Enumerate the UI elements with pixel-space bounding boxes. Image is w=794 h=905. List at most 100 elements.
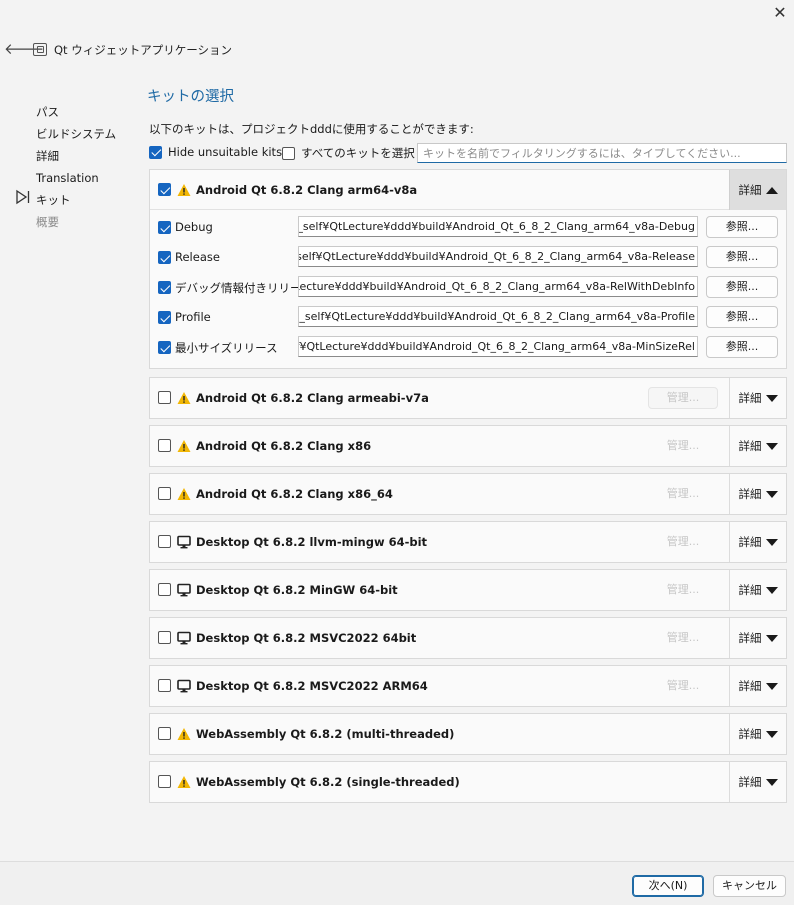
- build-directory-field[interactable]: self¥QtLecture¥ddd¥build¥Android_Qt_6_8_…: [298, 336, 698, 357]
- kit-checkbox[interactable]: [158, 391, 171, 404]
- build-directory-path: /src_self¥QtLecture¥ddd¥build¥Android_Qt…: [298, 220, 695, 233]
- kit-header: WebAssembly Qt 6.8.2 (single-threaded) 詳細: [150, 762, 786, 802]
- kit-name: Desktop Qt 6.8.2 MinGW 64-bit: [196, 583, 398, 597]
- kit-panel: Android Qt 6.8.2 Clang arm64-v8a 詳細 Debug /…: [149, 169, 787, 369]
- select-all-option[interactable]: すべてのキットを選択: [282, 145, 415, 161]
- details-label: 詳細: [738, 183, 762, 197]
- wizard-step: 詳細: [36, 149, 59, 163]
- kit-checkbox[interactable]: [158, 583, 171, 596]
- chevron-down-icon: [765, 490, 778, 498]
- kit-name: WebAssembly Qt 6.8.2 (multi-threaded): [196, 727, 455, 741]
- kit-panel: Android Qt 6.8.2 Clang x86 管理... 詳細: [149, 425, 787, 467]
- browse-button[interactable]: 参照...: [706, 336, 778, 358]
- kit-checkbox[interactable]: [158, 679, 171, 692]
- kit-name: Desktop Qt 6.8.2 MSVC2022 ARM64: [196, 679, 428, 693]
- details-label: 詳細: [738, 535, 762, 549]
- build-config-row: Debug/src_self¥QtLecture¥ddd¥build¥Andro…: [150, 212, 786, 242]
- kit-header: WebAssembly Qt 6.8.2 (multi-threaded) 詳細: [150, 714, 786, 754]
- details-label: 詳細: [738, 439, 762, 453]
- kit-header: Desktop Qt 6.8.2 llvm-mingw 64-bit 管理... 詳…: [150, 522, 786, 562]
- page-title: キットの選択: [147, 89, 234, 105]
- close-button[interactable]: ✕: [769, 3, 791, 23]
- details-toggle[interactable]: 詳細: [729, 666, 786, 706]
- intro-text: 以下のキットは、プロジェクトdddに使用することができます:: [149, 122, 474, 136]
- build-directory-field[interactable]: /src_self¥QtLecture¥ddd¥build¥Android_Qt…: [298, 246, 698, 267]
- browse-button[interactable]: 参照...: [706, 246, 778, 268]
- build-config-checkbox[interactable]: [158, 221, 171, 234]
- kit-checkbox[interactable]: [158, 183, 171, 196]
- build-config-label: 最小サイズリリース: [175, 341, 278, 355]
- app-icon: [33, 43, 47, 56]
- chevron-up-icon: [765, 186, 778, 194]
- details-toggle[interactable]: 詳細: [729, 714, 786, 754]
- browse-button[interactable]: 参照...: [706, 216, 778, 238]
- details-toggle[interactable]: 詳細: [729, 426, 786, 466]
- details-toggle[interactable]: 詳細: [729, 378, 786, 418]
- kit-panel: WebAssembly Qt 6.8.2 (single-threaded) 詳細: [149, 761, 787, 803]
- build-config-label: Profile: [175, 310, 211, 324]
- manage-button[interactable]: 管理...: [648, 483, 718, 505]
- kit-panel: Desktop Qt 6.8.2 MSVC2022 ARM64 管理... 詳細: [149, 665, 787, 707]
- back-arrow-icon[interactable]: 🡐: [4, 40, 44, 58]
- wizard-title: Qt ウィジェットアプリケーション: [54, 43, 232, 57]
- details-toggle[interactable]: 詳細: [729, 522, 786, 562]
- build-directory-field[interactable]: /src_self¥QtLecture¥ddd¥build¥Android_Qt…: [298, 306, 698, 327]
- kit-checkbox[interactable]: [158, 631, 171, 644]
- build-directory-path: self¥QtLecture¥ddd¥build¥Android_Qt_6_8_…: [298, 340, 695, 353]
- build-config-checkbox[interactable]: [158, 281, 171, 294]
- build-config-label: Release: [175, 250, 220, 264]
- manage-button[interactable]: 管理...: [648, 675, 718, 697]
- wizard-step: パス: [36, 105, 59, 119]
- select-all-label: すべてのキットを選択: [301, 146, 415, 160]
- build-config-label: デバッグ情報付きリリース: [175, 281, 313, 295]
- build-config-checkbox[interactable]: [158, 311, 171, 324]
- kit-checkbox[interactable]: [158, 775, 171, 788]
- chevron-down-icon: [765, 634, 778, 642]
- manage-button[interactable]: 管理...: [648, 531, 718, 553]
- build-config-list: Debug/src_self¥QtLecture¥ddd¥build¥Andro…: [150, 210, 786, 368]
- details-toggle[interactable]: 詳細: [729, 618, 786, 658]
- browse-button[interactable]: 参照...: [706, 276, 778, 298]
- details-toggle[interactable]: 詳細: [729, 474, 786, 514]
- manage-button[interactable]: 管理...: [648, 435, 718, 457]
- chevron-down-icon: [765, 394, 778, 402]
- details-label: 詳細: [738, 631, 762, 645]
- kit-checkbox[interactable]: [158, 487, 171, 500]
- details-label: 詳細: [738, 727, 762, 741]
- kit-checkbox[interactable]: [158, 727, 171, 740]
- kit-filter-input[interactable]: [417, 143, 787, 163]
- kit-header: Android Qt 6.8.2 Clang arm64-v8a 詳細: [150, 170, 786, 210]
- kit-panel: Desktop Qt 6.8.2 llvm-mingw 64-bit 管理... 詳…: [149, 521, 787, 563]
- details-toggle[interactable]: 詳細: [729, 570, 786, 610]
- manage-button[interactable]: 管理...: [648, 627, 718, 649]
- build-config-row: 最小サイズリリース self¥QtLecture¥ddd¥build¥Androi…: [150, 332, 786, 362]
- browse-button[interactable]: 参照...: [706, 306, 778, 328]
- warning-icon: [177, 439, 191, 453]
- warning-icon: [177, 391, 191, 405]
- build-directory-field[interactable]: QtLecture¥ddd¥build¥Android_Qt_6_8_2_Cla…: [298, 276, 698, 297]
- hide-unsuitable-option[interactable]: Hide unsuitable kits: [149, 145, 282, 159]
- build-config-checkbox[interactable]: [158, 341, 171, 354]
- hide-unsuitable-checkbox[interactable]: [149, 145, 162, 159]
- warning-icon: [177, 487, 191, 501]
- kit-header: Android Qt 6.8.2 Clang x86_64 管理... 詳細: [150, 474, 786, 514]
- select-all-checkbox[interactable]: [282, 146, 295, 160]
- details-label: 詳細: [738, 775, 762, 789]
- build-directory-path: QtLecture¥ddd¥build¥Android_Qt_6_8_2_Cla…: [298, 280, 695, 293]
- kit-checkbox[interactable]: [158, 439, 171, 452]
- cancel-button[interactable]: キャンセル: [713, 875, 786, 897]
- kit-panel: Desktop Qt 6.8.2 MSVC2022 64bit 管理... 詳細: [149, 617, 787, 659]
- warning-icon: [177, 183, 191, 197]
- kit-checkbox[interactable]: [158, 535, 171, 548]
- build-directory-field[interactable]: /src_self¥QtLecture¥ddd¥build¥Android_Qt…: [298, 216, 698, 237]
- next-button[interactable]: 次へ(N): [632, 875, 704, 897]
- build-config-row: デバッグ情報付きリリース QtLecture¥ddd¥build¥Android_…: [150, 272, 786, 302]
- kit-panel: Android Qt 6.8.2 Clang x86_64 管理... 詳細: [149, 473, 787, 515]
- details-toggle[interactable]: 詳細: [729, 762, 786, 802]
- chevron-down-icon: [765, 442, 778, 450]
- manage-button[interactable]: 管理...: [648, 579, 718, 601]
- build-config-checkbox[interactable]: [158, 251, 171, 264]
- details-toggle[interactable]: 詳細: [729, 170, 786, 210]
- manage-button[interactable]: 管理...: [648, 387, 718, 409]
- chevron-down-icon: [765, 778, 778, 786]
